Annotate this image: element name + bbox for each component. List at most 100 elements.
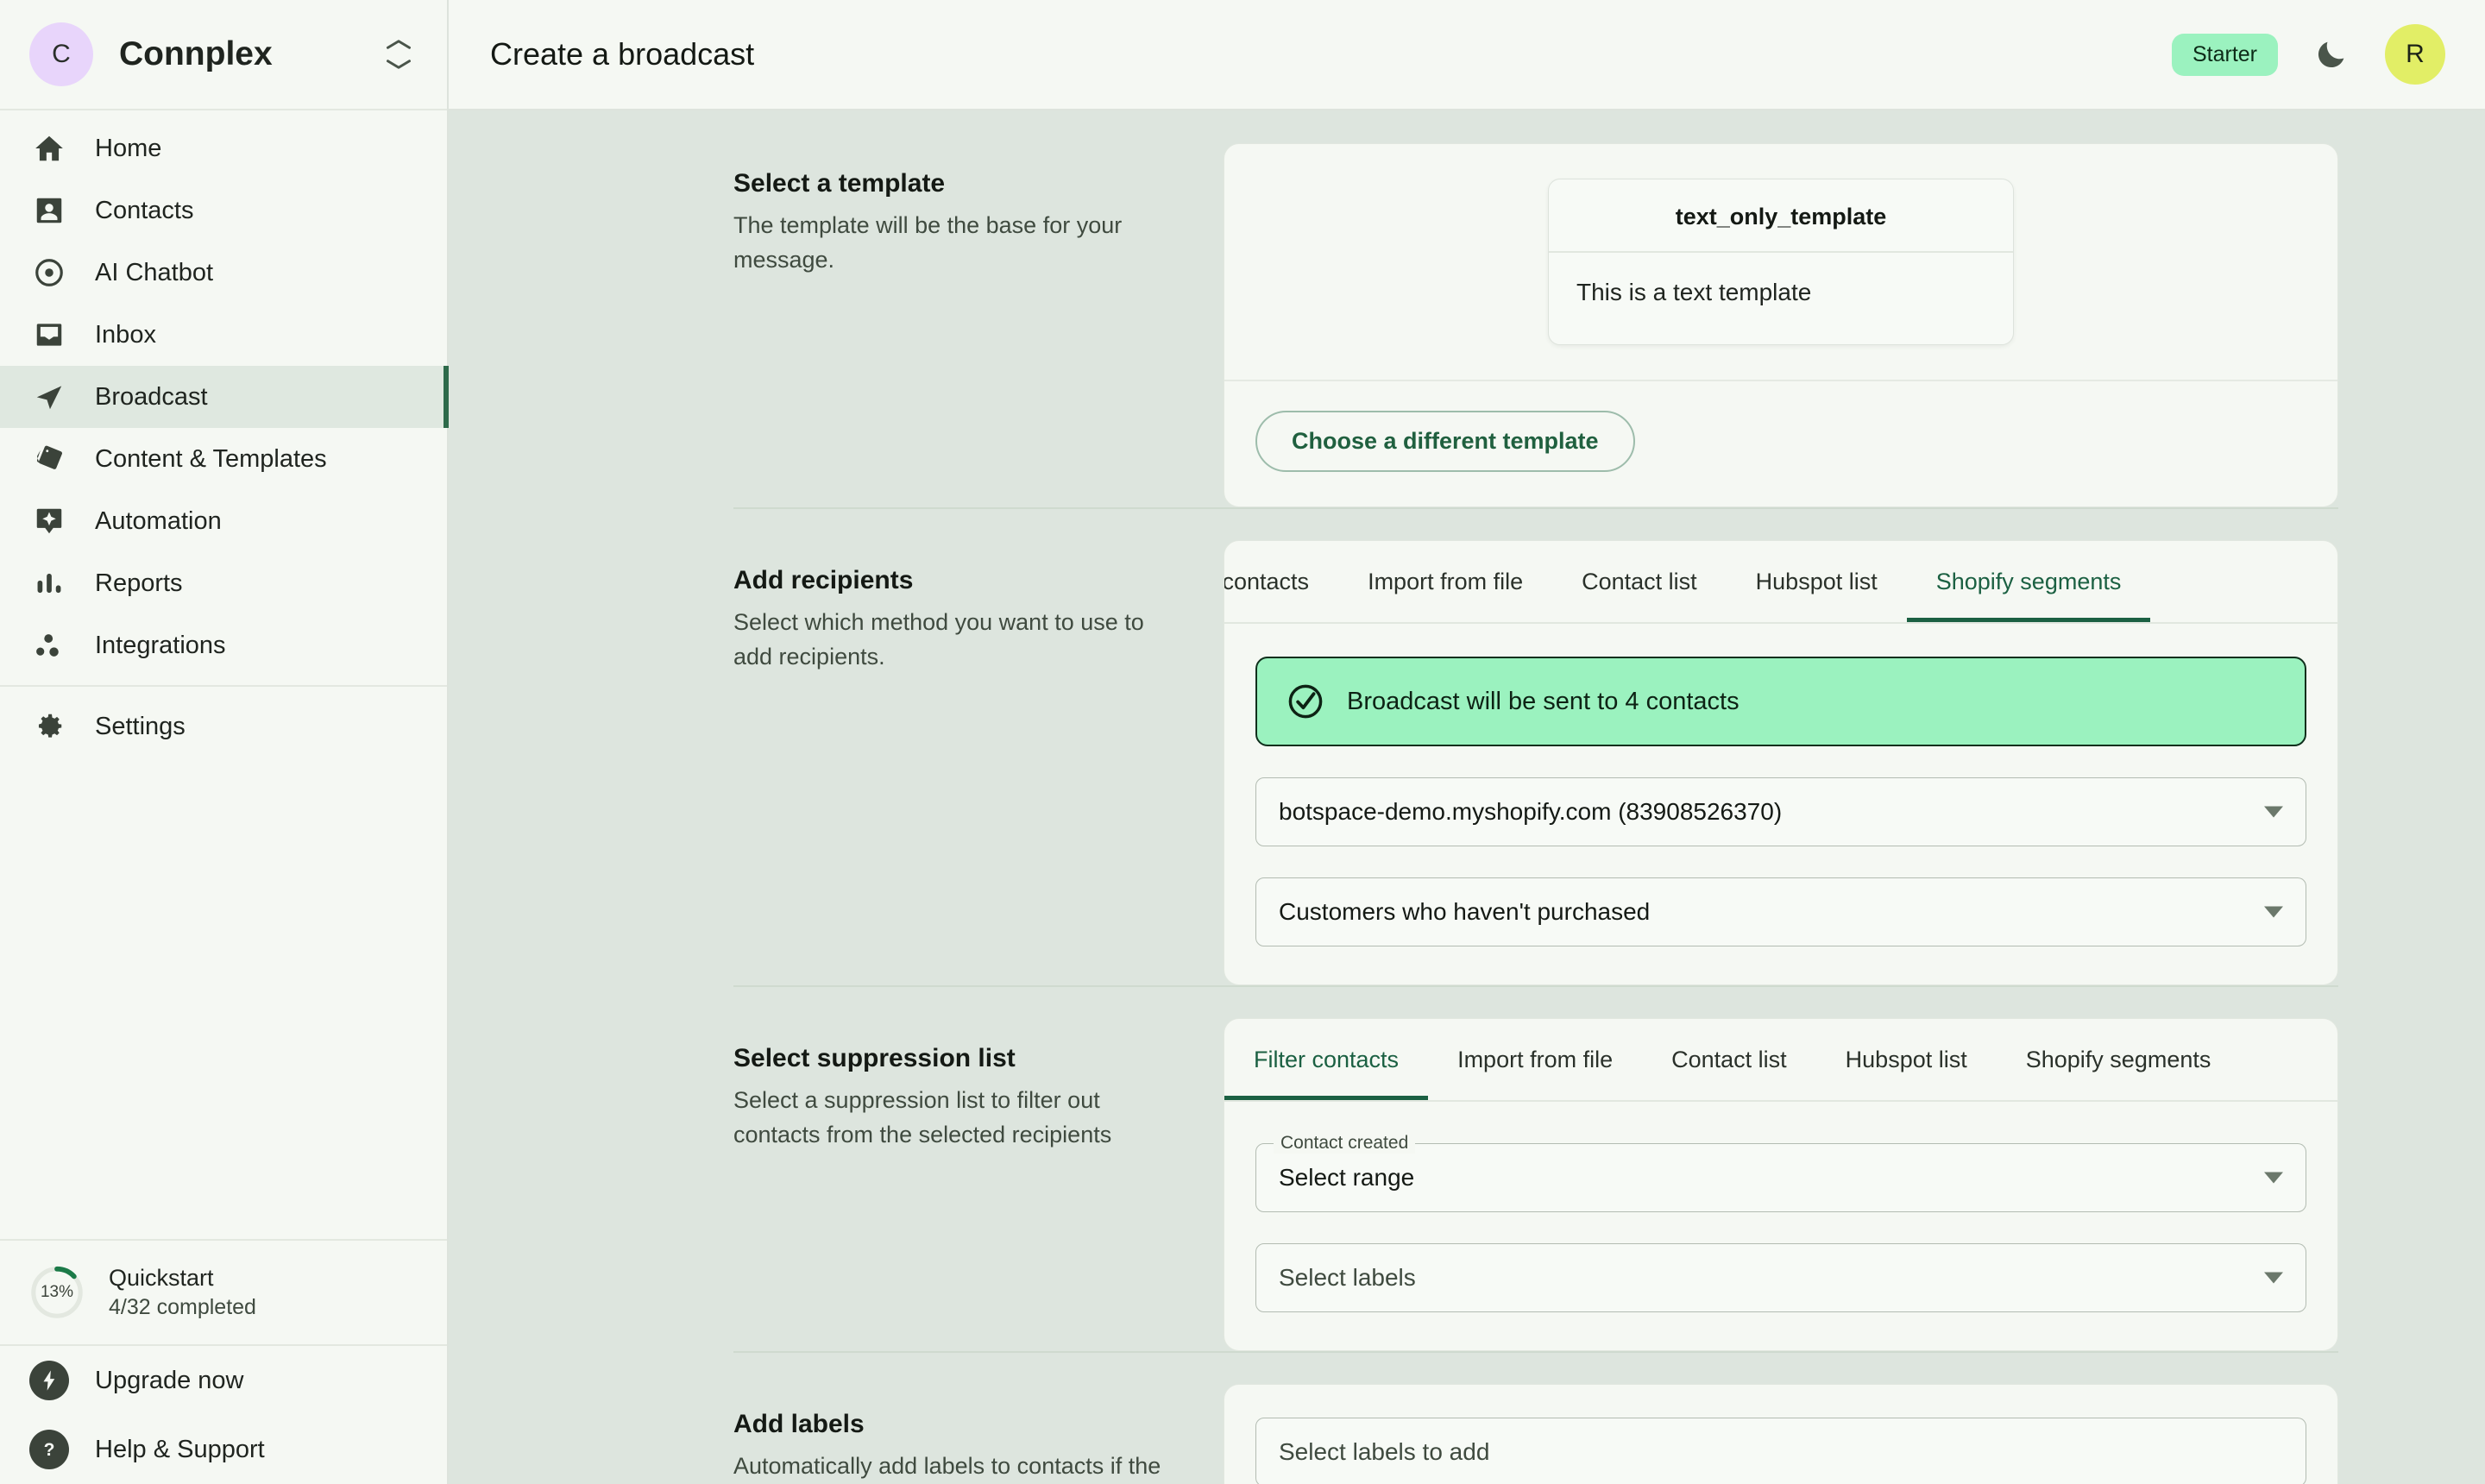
section-add-recipients: Add recipients Select which method you w…	[733, 507, 2338, 985]
broadcast-form: Select a template The template will be t…	[449, 110, 2485, 1484]
tab-shopify-segments[interactable]: Shopify segments	[1997, 1019, 2241, 1100]
app-root: C Connplex Home Contacts AI Chatbot Inbo…	[0, 0, 2485, 1484]
template-card[interactable]: text_only_template This is a text templa…	[1548, 179, 2014, 345]
inbox-icon	[29, 315, 69, 355]
sidebar-item-settings[interactable]: Settings	[0, 695, 447, 758]
chevron-down-icon	[387, 60, 411, 69]
add-labels-placeholder: Select labels to add	[1279, 1438, 1490, 1465]
sidebar-item-label: Inbox	[95, 320, 156, 349]
section-add-labels: Add labels Automatically add labels to c…	[733, 1351, 2338, 1484]
recipients-count-alert: Broadcast will be sent to 4 contacts	[1255, 657, 2306, 746]
sidebar-item-home[interactable]: Home	[0, 117, 447, 179]
template-name: text_only_template	[1549, 179, 2013, 253]
section-title: Add labels	[733, 1410, 865, 1438]
page-title: Create a broadcast	[490, 36, 755, 72]
sidebar-item-label: Automation	[95, 506, 222, 535]
alert-message: Broadcast will be sent to 4 contacts	[1347, 687, 1740, 715]
sidebar: C Connplex Home Contacts AI Chatbot Inbo…	[0, 0, 449, 1484]
chevron-up-down-icon[interactable]	[380, 28, 418, 80]
section-add-labels-label: Add labels Automatically add labels to c…	[733, 1384, 1224, 1484]
sidebar-item-broadcast[interactable]: Broadcast	[0, 366, 449, 428]
template-panel: text_only_template This is a text templa…	[1224, 143, 2338, 507]
shopify-segment-value: Customers who haven't purchased	[1279, 898, 1651, 925]
gear-icon	[29, 707, 69, 746]
contacts-icon	[29, 191, 69, 230]
workspace-avatar: C	[29, 22, 93, 86]
section-suppression-list: Select suppression list Select a suppres…	[733, 985, 2338, 1351]
moon-icon[interactable]	[2309, 32, 2354, 77]
question-icon: ?	[29, 1430, 69, 1469]
sidebar-item-integrations[interactable]: Integrations	[0, 614, 447, 676]
quickstart-text: Quickstart 4/32 completed	[109, 1264, 256, 1321]
avatar[interactable]: R	[2385, 24, 2445, 85]
suppression-tabs: Filter contacts Import from file Contact…	[1224, 1019, 2337, 1102]
contact-created-select[interactable]: Contact created Select range	[1255, 1133, 2306, 1212]
recipients-panel: Filter contacts Import from file Contact…	[1224, 540, 2338, 985]
suppression-panel: Filter contacts Import from file Contact…	[1224, 1018, 2338, 1351]
section-description: Select which method you want to use to a…	[733, 609, 1144, 670]
contact-created-value: Select range	[1279, 1164, 1415, 1191]
section-title: Add recipients	[733, 566, 914, 594]
labels-panel: Select labels to add	[1224, 1384, 2338, 1484]
choose-different-template-button[interactable]: Choose a different template	[1255, 411, 1635, 472]
shopify-store-select[interactable]: botspace-demo.myshopify.com (83908526370…	[1255, 777, 2306, 846]
sidebar-item-help-support[interactable]: ? Help & Support	[0, 1415, 447, 1484]
tab-hubspot-list[interactable]: Hubspot list	[1816, 1019, 1997, 1100]
chevron-down-icon	[2264, 1172, 2283, 1184]
sidebar-item-content-templates[interactable]: Content & Templates	[0, 428, 447, 490]
sidebar-item-label: Help & Support	[95, 1435, 265, 1463]
sidebar-item-upgrade-now[interactable]: Upgrade now	[0, 1346, 447, 1415]
tab-shopify-segments[interactable]: Shopify segments	[1906, 541, 2151, 622]
sidebar-item-label: AI Chatbot	[95, 258, 214, 286]
suppression-labels-select[interactable]: Select labels	[1255, 1243, 2306, 1312]
tab-filter-contacts[interactable]: Filter contacts	[1224, 541, 1338, 622]
section-description: Automatically add labels to contacts if …	[733, 1453, 1161, 1479]
integrations-icon	[29, 626, 69, 665]
recipients-panel-body: Broadcast will be sent to 4 contacts bot…	[1224, 624, 2337, 984]
suppression-tabs-scroller[interactable]: Filter contacts Import from file Contact…	[1224, 1019, 2337, 1102]
chevron-up-icon	[387, 40, 411, 49]
workspace-switcher[interactable]: C Connplex	[0, 0, 447, 110]
sidebar-item-contacts[interactable]: Contacts	[0, 179, 447, 242]
sidebar-item-label: Settings	[95, 712, 186, 740]
tab-contact-list[interactable]: Contact list	[1642, 1019, 1816, 1100]
quickstart-widget[interactable]: 13% Quickstart 4/32 completed	[0, 1239, 447, 1346]
home-icon	[29, 129, 69, 168]
chevron-down-icon	[2264, 806, 2283, 818]
add-labels-input[interactable]: Select labels to add	[1255, 1418, 2306, 1484]
tab-filter-contacts[interactable]: Filter contacts	[1224, 1019, 1429, 1100]
tab-import-from-file[interactable]: Import from file	[1338, 541, 1552, 622]
sidebar-divider	[0, 685, 447, 687]
top-bar: Create a broadcast Starter R	[449, 0, 2485, 110]
section-suppression-list-label: Select suppression list Select a suppres…	[733, 1018, 1224, 1153]
workspace-name: Connplex	[119, 35, 273, 72]
tab-hubspot-list[interactable]: Hubspot list	[1727, 541, 1907, 622]
form-sections: Select a template The template will be t…	[449, 110, 2485, 1484]
section-select-template: Select a template The template will be t…	[733, 110, 2338, 507]
main-area: Create a broadcast Starter R Select a te…	[449, 0, 2485, 1484]
suppression-panel-body: Contact created Select range Select labe…	[1224, 1102, 2337, 1350]
sidebar-item-label: Integrations	[95, 631, 226, 659]
template-actions: Choose a different template	[1224, 381, 2337, 506]
shopify-segment-select[interactable]: Customers who haven't purchased	[1255, 877, 2306, 946]
svg-text:?: ?	[44, 1440, 55, 1460]
section-title: Select a template	[733, 169, 946, 198]
chevron-down-icon	[2264, 906, 2283, 918]
ai-chatbot-icon	[29, 253, 69, 292]
recipients-tabs-scroller[interactable]: Filter contacts Import from file Contact…	[1224, 541, 2337, 624]
sidebar-item-reports[interactable]: Reports	[0, 552, 447, 614]
sidebar-item-ai-chatbot[interactable]: AI Chatbot	[0, 242, 447, 304]
plan-badge[interactable]: Starter	[2171, 33, 2278, 76]
quickstart-subtitle: 4/32 completed	[109, 1294, 256, 1319]
tab-contact-list[interactable]: Contact list	[1552, 541, 1727, 622]
sidebar-item-label: Content & Templates	[95, 444, 327, 473]
automation-icon	[29, 501, 69, 541]
quickstart-title: Quickstart	[109, 1264, 214, 1291]
sidebar-item-automation[interactable]: Automation	[0, 490, 447, 552]
template-preview: text_only_template This is a text templa…	[1224, 144, 2337, 381]
shopify-store-value: botspace-demo.myshopify.com (83908526370…	[1279, 798, 1783, 825]
tab-import-from-file[interactable]: Import from file	[1428, 1019, 1642, 1100]
sidebar-item-label: Upgrade now	[95, 1366, 244, 1394]
sidebar-item-inbox[interactable]: Inbox	[0, 304, 447, 366]
